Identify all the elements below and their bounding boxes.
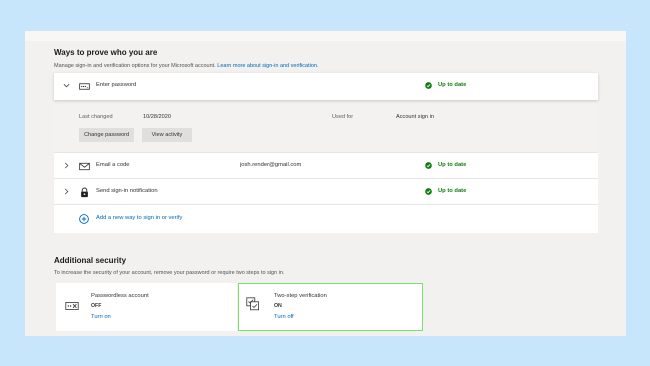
view-activity-button[interactable]: View activity xyxy=(142,128,192,142)
check-circle-icon xyxy=(425,188,432,195)
email-icon xyxy=(79,162,90,171)
ways-title: Ways to prove who you are xyxy=(54,48,158,57)
card-state: OFF xyxy=(91,303,102,309)
turn-on-link[interactable]: Turn on xyxy=(91,314,111,320)
card-title: Two-step verification xyxy=(274,293,327,299)
check-circle-icon xyxy=(425,162,432,169)
method-email: josh.render@gmail.com xyxy=(240,162,302,168)
used-for-label: Used for xyxy=(332,114,354,120)
add-method-row[interactable]: Add a new way to sign in or verify xyxy=(54,204,598,233)
chevron-right-icon[interactable] xyxy=(63,162,70,169)
status-text: Up to date xyxy=(438,82,467,88)
check-circle-icon xyxy=(425,82,432,89)
additional-security-description: To increase the security of your account… xyxy=(54,270,285,276)
method-label: Send sign-in notification xyxy=(96,188,158,194)
chevron-right-icon[interactable] xyxy=(63,188,70,195)
chevron-down-icon[interactable] xyxy=(63,82,70,89)
additional-security-title: Additional security xyxy=(54,256,127,265)
card-state: ON xyxy=(274,303,282,309)
method-row-email[interactable]: Email a code josh.render@gmail.com Up to… xyxy=(54,152,598,178)
status-text: Up to date xyxy=(438,162,467,168)
method-label: Email a code xyxy=(96,162,130,168)
password-icon xyxy=(79,83,90,90)
method-row-notification[interactable]: Send sign-in notification Up to date xyxy=(54,178,598,204)
turn-off-link[interactable]: Turn off xyxy=(274,314,294,320)
two-step-verification-card: Two-step verification ON Turn off xyxy=(238,283,423,331)
method-row-password[interactable]: Enter password Up to date xyxy=(54,73,598,100)
passwordless-icon xyxy=(65,302,79,310)
status-text: Up to date xyxy=(438,188,467,194)
two-step-icon xyxy=(246,297,259,311)
add-circle-icon[interactable] xyxy=(79,214,89,224)
password-details: Last changed 10/28/2020 Used for Account… xyxy=(54,100,598,152)
used-for-value: Account sign in xyxy=(396,114,434,120)
ways-description: Manage sign-in and verification options … xyxy=(54,63,318,69)
add-method-link[interactable]: Add a new way to sign in or verify xyxy=(96,215,182,221)
sign-in-methods-list: Enter password Up to date Last changed 1… xyxy=(54,73,598,233)
card-title: Passwordless account xyxy=(91,293,149,299)
passwordless-card: Passwordless account OFF Turn on xyxy=(56,283,237,331)
last-changed-label: Last changed xyxy=(79,114,113,120)
learn-more-link[interactable]: Learn more about sign-in and verificatio… xyxy=(217,63,318,69)
last-changed-value: 10/28/2020 xyxy=(143,114,171,120)
method-label: Enter password xyxy=(96,82,137,88)
ways-description-text: Manage sign-in and verification options … xyxy=(54,63,216,69)
phone-lock-icon xyxy=(81,187,88,198)
change-password-button[interactable]: Change password xyxy=(79,128,134,142)
top-strip xyxy=(25,31,626,41)
security-panel: Ways to prove who you are Manage sign-in… xyxy=(25,31,626,336)
